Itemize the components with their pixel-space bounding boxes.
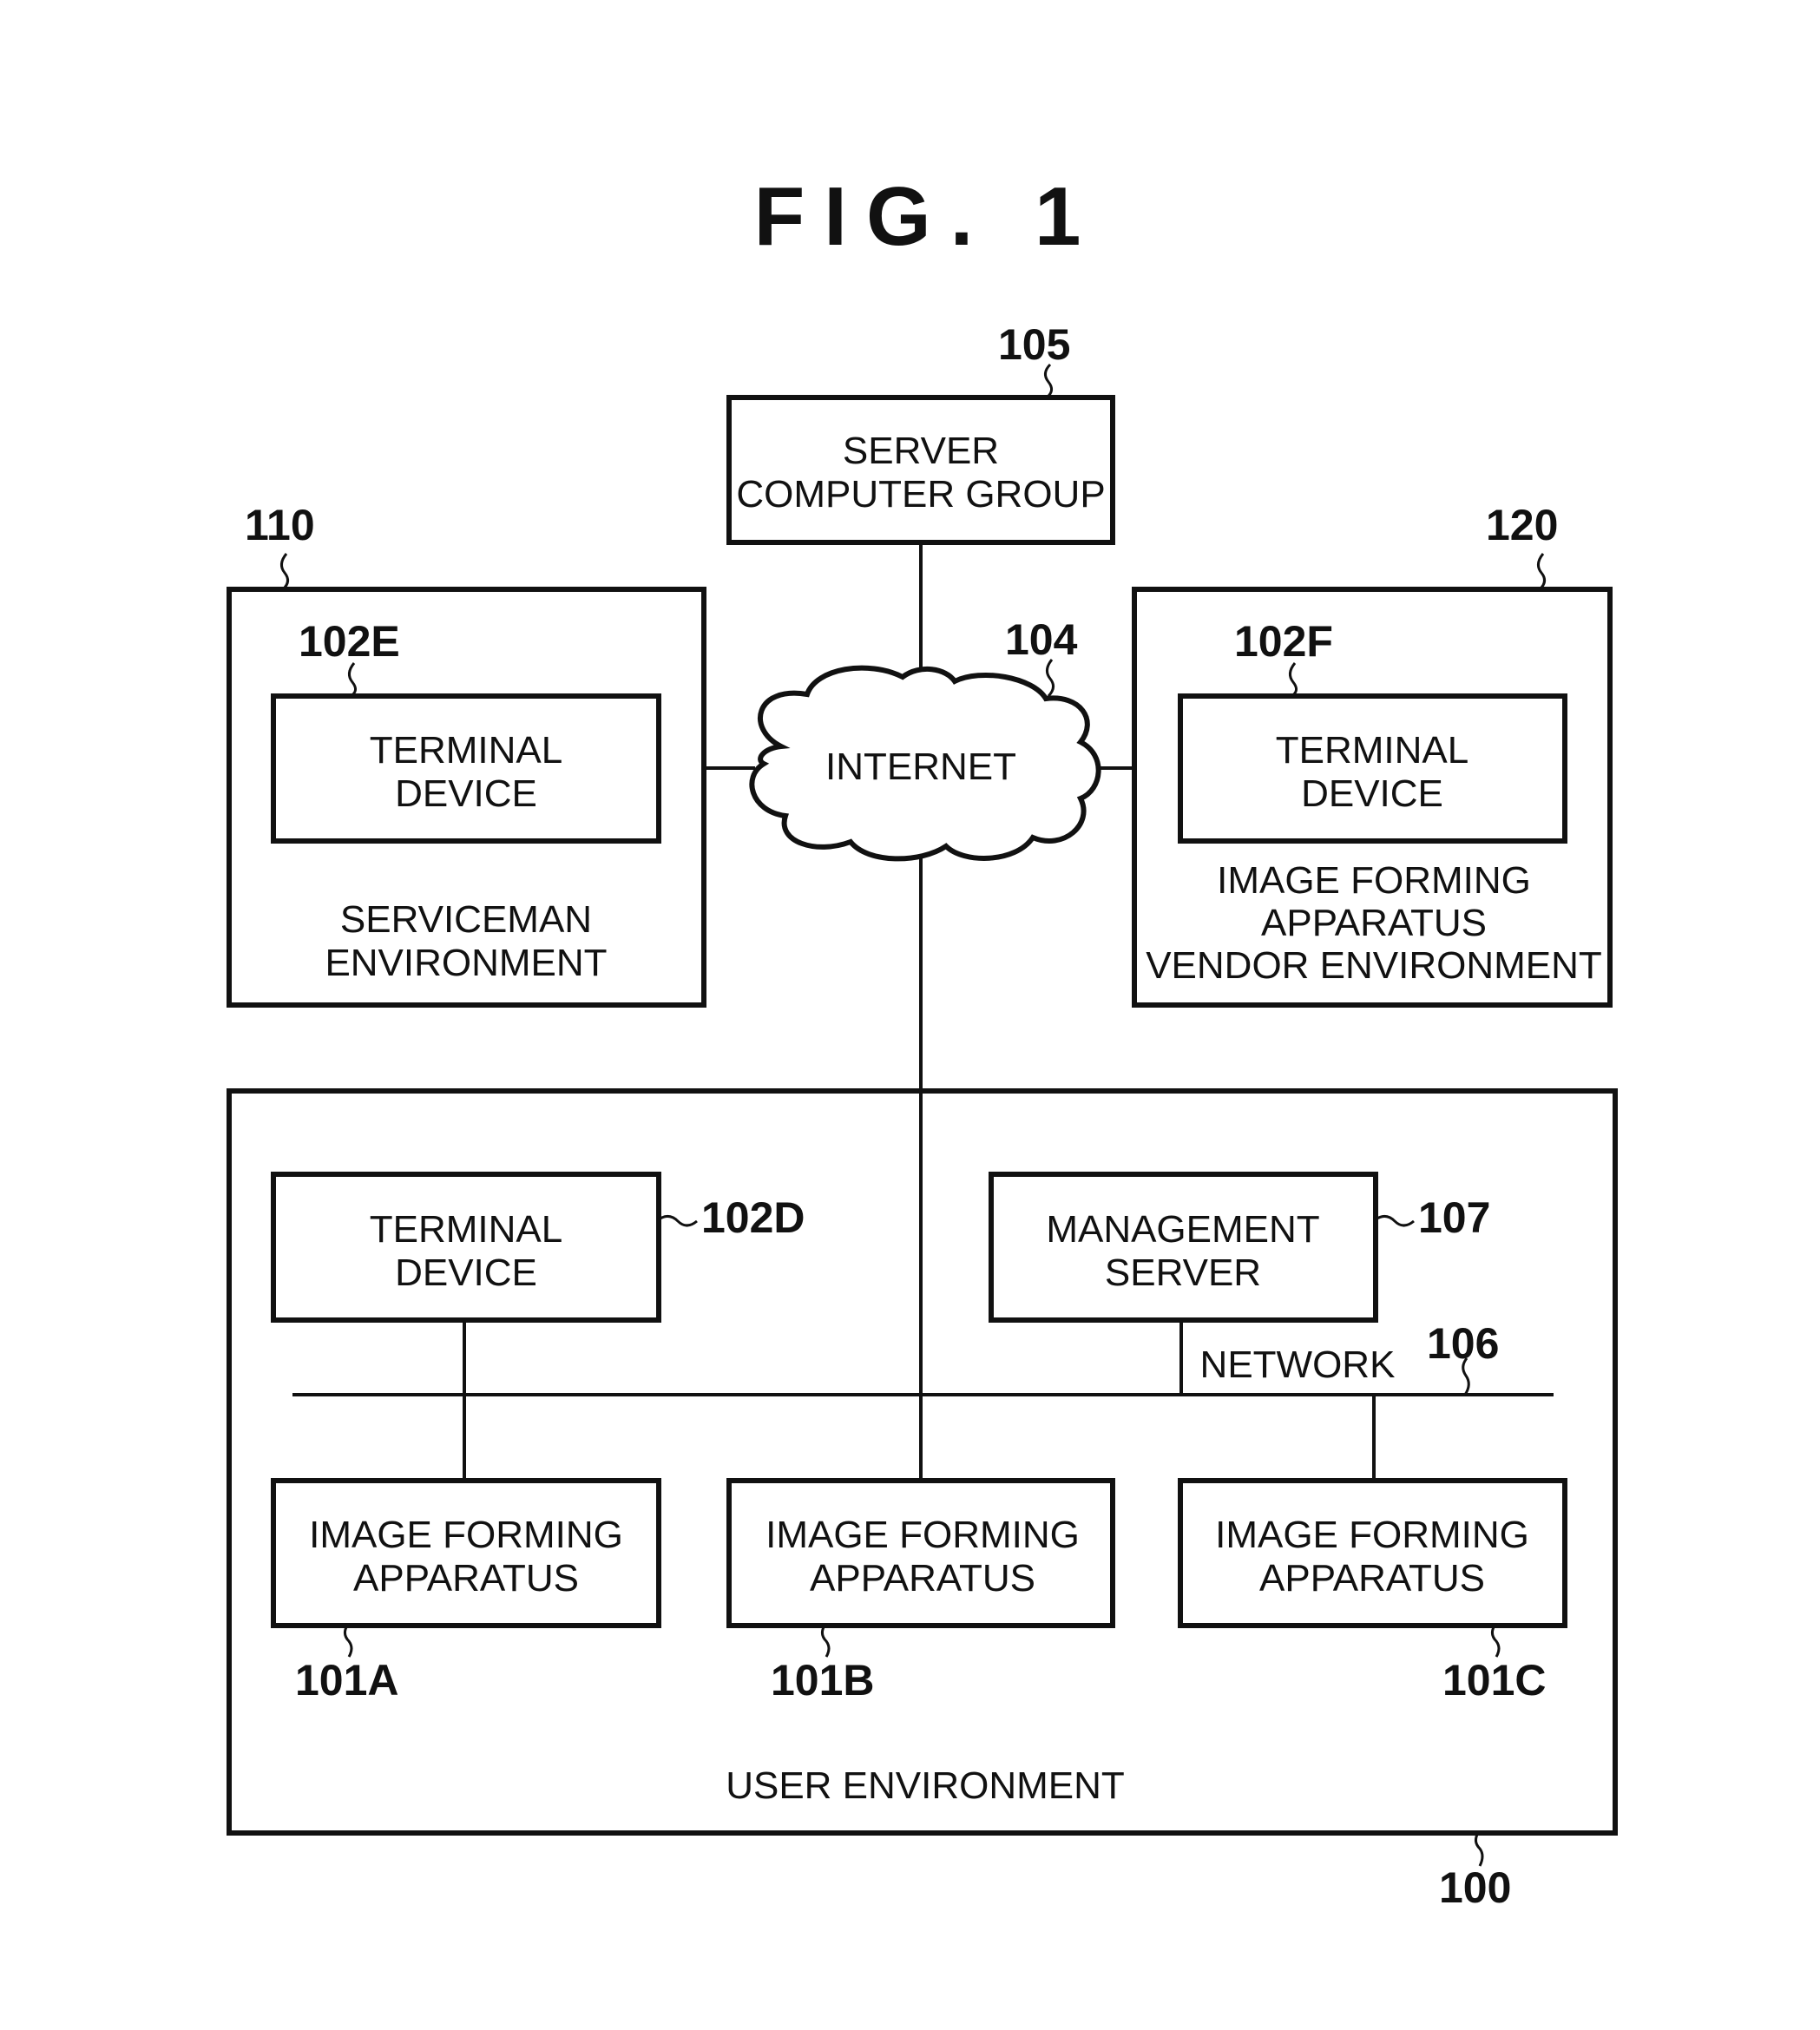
terminal-d-ref-leader: [658, 1215, 698, 1227]
terminal-f-line-2: DEVICE: [1301, 772, 1443, 815]
terminal-e-ref: 102E: [299, 617, 400, 666]
user-env-label: USER ENVIRONMENT: [726, 1764, 1125, 1807]
terminal-f-ref: 102F: [1234, 617, 1333, 666]
network-ref: 106: [1427, 1319, 1499, 1368]
apparatus-c-line-2: APPARATUS: [1259, 1557, 1485, 1600]
terminal-d-line-2: DEVICE: [395, 1252, 537, 1294]
figure-title: FIG. 1: [754, 170, 1101, 263]
management-server-ref-leader: [1375, 1215, 1415, 1227]
apparatus-a-ref-leader: [343, 1625, 353, 1658]
apparatus-a-ref: 101A: [295, 1656, 399, 1705]
vendor-env-line-3: VENDOR ENVIRONMENT: [1146, 944, 1602, 987]
user-env-ref: 100: [1439, 1863, 1511, 1912]
serviceman-env-ref: 110: [245, 501, 315, 549]
vendor-env-ref: 120: [1486, 501, 1558, 549]
system-diagram: FIG. 1 SERVER COMPUTER GROUP 105 INTERNE…: [227, 170, 1618, 1912]
terminal-d-ref: 102D: [701, 1193, 805, 1242]
server-ref-leader: [1044, 363, 1053, 399]
server-ref: 105: [998, 320, 1070, 369]
management-server-line-1: MANAGEMENT: [1046, 1208, 1319, 1251]
serviceman-env-line-1: SERVICEMAN: [340, 898, 592, 941]
management-server-ref: 107: [1418, 1193, 1490, 1242]
vendor-environment: 120 TERMINAL DEVICE 102F IMAGE FORMING A…: [1132, 501, 1613, 1008]
apparatus-c-line-1: IMAGE FORMING: [1215, 1514, 1529, 1556]
serviceman-env-ref-leader: [280, 553, 289, 591]
serviceman-env-line-2: ENVIRONMENT: [325, 942, 607, 984]
internet-ref-leader: [1046, 659, 1055, 698]
vendor-env-line-2: APPARATUS: [1261, 902, 1487, 944]
server-label-line-1: SERVER: [843, 430, 999, 472]
internet-cloud: INTERNET 104: [749, 615, 1101, 862]
user-env-ref-leader: [1474, 1832, 1484, 1867]
terminal-e-line-1: TERMINAL: [370, 729, 562, 772]
network-label: NETWORK: [1200, 1343, 1396, 1386]
vendor-env-line-1: IMAGE FORMING: [1217, 859, 1531, 902]
apparatus-a-line-2: APPARATUS: [353, 1557, 579, 1600]
apparatus-c-ref-leader: [1490, 1625, 1501, 1658]
terminal-d-line-1: TERMINAL: [370, 1208, 562, 1251]
server-computer-group: SERVER COMPUTER GROUP 105: [726, 320, 1115, 545]
apparatus-b-line-2: APPARATUS: [810, 1557, 1035, 1600]
server-label-line-2: COMPUTER GROUP: [736, 473, 1105, 516]
internet-label: INTERNET: [825, 746, 1016, 788]
terminal-f-line-1: TERMINAL: [1276, 729, 1468, 772]
apparatus-c-ref: 101C: [1442, 1656, 1547, 1705]
serviceman-environment: 110 TERMINAL DEVICE 102E SERVICEMAN ENVI…: [227, 501, 706, 1008]
internet-ref: 104: [1005, 615, 1078, 664]
apparatus-a-line-1: IMAGE FORMING: [309, 1514, 623, 1556]
vendor-env-ref-leader: [1537, 553, 1546, 591]
terminal-e-line-2: DEVICE: [395, 772, 537, 815]
apparatus-b-ref-leader: [820, 1625, 831, 1658]
management-server-line-2: SERVER: [1105, 1252, 1261, 1294]
apparatus-b-line-1: IMAGE FORMING: [765, 1514, 1080, 1556]
apparatus-b-ref: 101B: [771, 1656, 875, 1705]
